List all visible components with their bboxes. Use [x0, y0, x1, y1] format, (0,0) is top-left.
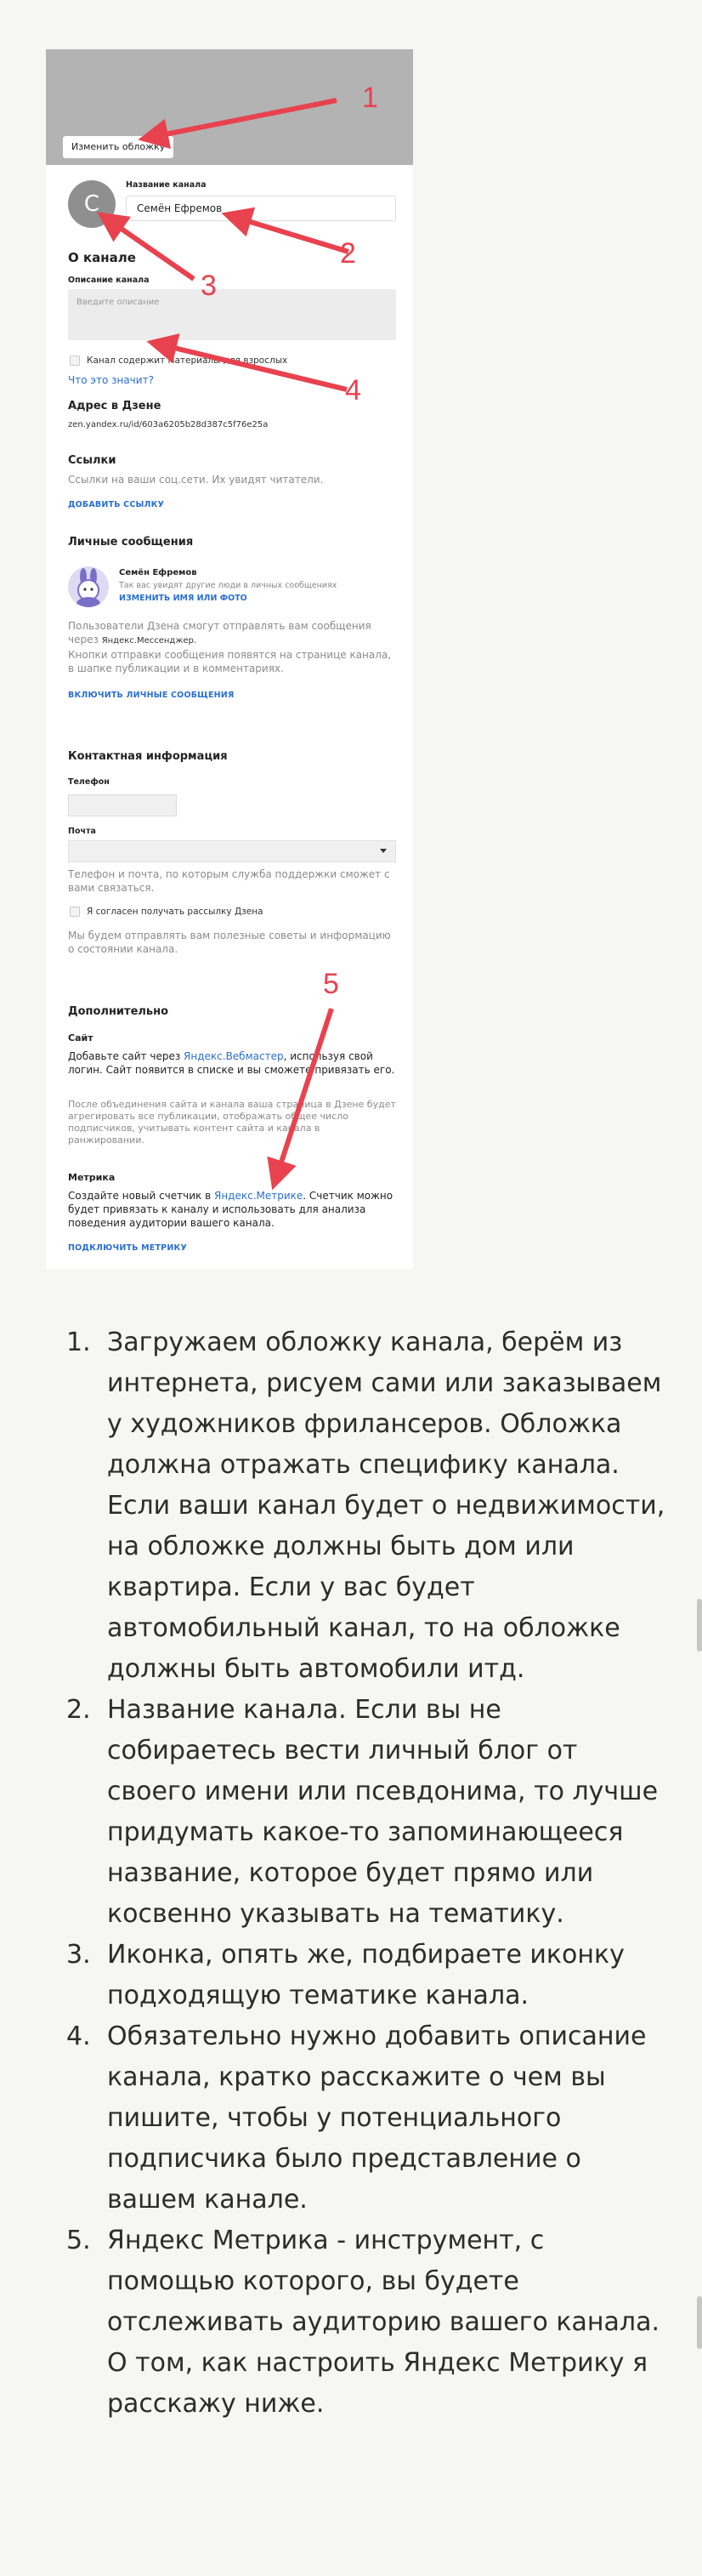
scrollbar-thumb[interactable] [697, 1599, 702, 1652]
marker-3: 3 [201, 270, 217, 302]
arrow-3 [97, 212, 195, 281]
settings-screenshot: Изменить обложку С Название канала Семён… [46, 49, 413, 1269]
arrow-2 [221, 207, 349, 254]
list-item: 2. Название канала. Если вы не собираетес… [66, 1695, 659, 1929]
marker-2: 2 [340, 237, 356, 270]
article-list: 1. Загружаем обложку канала, берём из инт… [59, 1322, 671, 2425]
scrollbar-thumb[interactable] [697, 2296, 702, 2349]
arrow-1 [138, 98, 337, 149]
arrow-5 [267, 1008, 334, 1191]
list-item: 5. Яндекс Метрика - инструмент, с помощью… [66, 2226, 660, 2419]
list-item: 1. Загружаем обложку канала, берём из инт… [66, 1328, 665, 1684]
marker-4: 4 [345, 374, 361, 407]
arrow-4 [146, 333, 348, 392]
list-item: 3. Иконка, опять же, подбираете иконку по… [66, 1940, 625, 2010]
marker-5: 5 [323, 968, 339, 1000]
marker-1: 1 [362, 82, 378, 114]
annotation-layer: 1 2 3 4 5 [97, 82, 378, 1191]
list-item: 4. Обязательно нужно добавить описание ка… [66, 2022, 647, 2215]
